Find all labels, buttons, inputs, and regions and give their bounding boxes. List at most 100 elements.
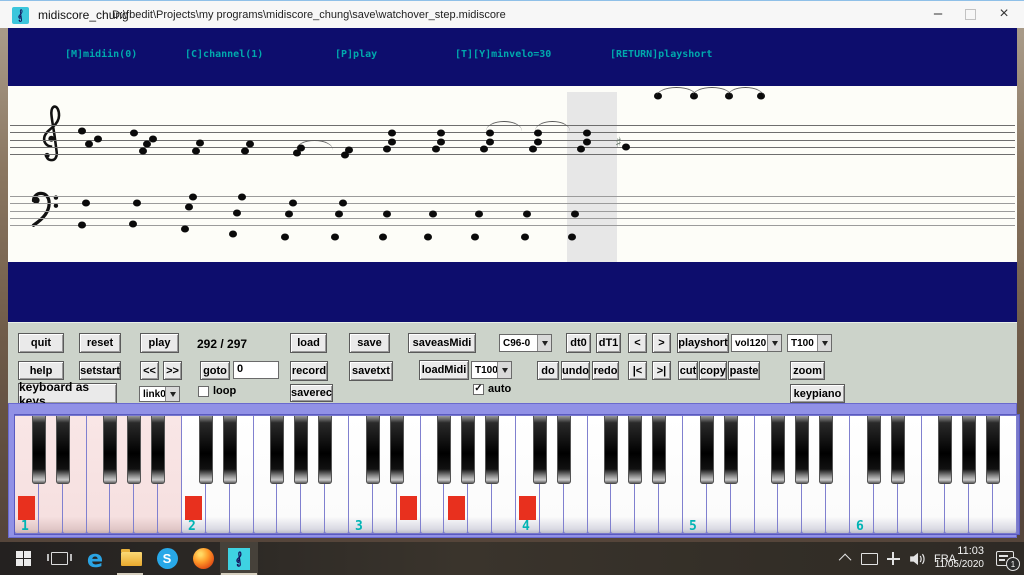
black-key-oct1-5[interactable]	[127, 416, 142, 484]
note[interactable]	[529, 145, 537, 153]
play-button[interactable]: play	[140, 333, 179, 353]
keypiano-button[interactable]: keypiano	[790, 384, 845, 403]
tempo-select-mid[interactable]: T100	[471, 361, 512, 379]
save-as-midi-button[interactable]: saveasMidi	[408, 333, 476, 353]
loop-checkbox[interactable]: loop	[198, 385, 236, 397]
minimize-button[interactable]: –	[922, 1, 954, 28]
black-key-oct2-4[interactable]	[270, 416, 285, 484]
score-area[interactable]: ♯	[8, 86, 1017, 262]
note[interactable]	[583, 129, 591, 137]
black-key-oct3-5[interactable]	[461, 416, 476, 484]
note[interactable]	[94, 135, 102, 143]
note[interactable]	[345, 146, 353, 154]
note[interactable]	[568, 233, 576, 241]
note[interactable]	[229, 230, 237, 238]
note[interactable]	[246, 140, 254, 148]
note[interactable]	[388, 129, 396, 137]
rewind-button[interactable]: <<	[140, 361, 159, 380]
note[interactable]	[480, 145, 488, 153]
note[interactable]	[521, 233, 529, 241]
black-key-oct5-5[interactable]	[795, 416, 810, 484]
keyboard-as-keys-button[interactable]: keyboard as keys	[18, 380, 117, 408]
note[interactable]	[82, 199, 90, 207]
black-key-oct3-6[interactable]	[485, 416, 500, 484]
black-key-oct4-2[interactable]	[556, 416, 571, 484]
black-key-oct6-4[interactable]	[938, 416, 953, 484]
goto-input[interactable]: 0	[233, 361, 279, 379]
black-key-oct6-5[interactable]	[962, 416, 977, 484]
black-key-oct3-1[interactable]	[365, 416, 380, 484]
black-key-oct4-6[interactable]	[652, 416, 667, 484]
tray-device-button[interactable]	[858, 542, 880, 575]
note[interactable]	[424, 233, 432, 241]
note[interactable]	[571, 210, 579, 218]
note[interactable]	[78, 221, 86, 229]
black-key-oct4-1[interactable]	[532, 416, 547, 484]
go-last-button[interactable]: >|	[652, 361, 671, 380]
step-back-button[interactable]: <	[628, 333, 647, 353]
midiscore-taskbar-button[interactable]	[220, 542, 258, 575]
instrument-select-dropdown-button[interactable]	[537, 335, 551, 351]
note[interactable]	[577, 145, 585, 153]
note[interactable]	[139, 147, 147, 155]
tempo-select-top[interactable]: T100	[787, 334, 832, 352]
note[interactable]	[486, 138, 494, 146]
note[interactable]	[185, 203, 193, 211]
note[interactable]	[331, 233, 339, 241]
black-key-oct2-5[interactable]	[294, 416, 309, 484]
note[interactable]	[523, 210, 531, 218]
do-button[interactable]: do	[537, 361, 559, 380]
redo-button[interactable]: redo	[592, 361, 619, 380]
note[interactable]	[622, 143, 630, 151]
tempo-select-top-dropdown-button[interactable]	[817, 335, 831, 351]
note[interactable]	[196, 139, 204, 147]
saverec-button[interactable]: saverec	[290, 384, 333, 402]
link-select[interactable]: link0	[139, 386, 180, 402]
note[interactable]	[471, 233, 479, 241]
black-key-oct4-4[interactable]	[604, 416, 619, 484]
undo-button[interactable]: undo	[561, 361, 590, 380]
note[interactable]	[129, 220, 137, 228]
note[interactable]	[383, 210, 391, 218]
link-select-dropdown-button[interactable]	[165, 387, 179, 401]
black-key-oct1-1[interactable]	[31, 416, 46, 484]
cut-button[interactable]: cut	[678, 361, 698, 380]
note[interactable]	[437, 129, 445, 137]
note[interactable]	[85, 140, 93, 148]
volume-select-dropdown-button[interactable]	[767, 335, 781, 351]
skype-button[interactable]: S	[150, 542, 184, 575]
go-first-button[interactable]: |<	[628, 361, 647, 380]
help-button[interactable]: help	[18, 361, 64, 380]
black-key-oct1-2[interactable]	[55, 416, 70, 484]
file-explorer-button[interactable]	[114, 542, 148, 575]
black-key-oct2-1[interactable]	[198, 416, 213, 484]
black-key-oct3-2[interactable]	[389, 416, 404, 484]
zoom-button[interactable]: zoom	[790, 361, 825, 380]
note[interactable]	[233, 209, 241, 217]
note[interactable]	[429, 210, 437, 218]
loop-checkbox-box[interactable]	[198, 385, 209, 397]
dt0-button[interactable]: dt0	[566, 333, 591, 353]
black-key-oct4-5[interactable]	[628, 416, 643, 484]
note[interactable]	[437, 138, 445, 146]
load-button[interactable]: load	[290, 333, 327, 353]
paste-button[interactable]: paste	[728, 361, 760, 380]
playshort-button[interactable]: playshort	[677, 333, 729, 353]
note[interactable]	[192, 147, 200, 155]
reset-button[interactable]: reset	[79, 333, 121, 353]
setstart-button[interactable]: setstart	[79, 361, 121, 380]
note[interactable]	[241, 147, 249, 155]
instrument-select[interactable]: C96-0	[499, 334, 552, 352]
black-key-oct2-6[interactable]	[318, 416, 333, 484]
note[interactable]	[383, 145, 391, 153]
tray-expand-button[interactable]	[836, 542, 856, 575]
note[interactable]	[475, 210, 483, 218]
note[interactable]	[130, 129, 138, 137]
copy-button[interactable]: copy	[699, 361, 727, 380]
firefox-button[interactable]	[186, 542, 220, 575]
black-key-oct6-6[interactable]	[986, 416, 1001, 484]
note[interactable]	[149, 135, 157, 143]
note[interactable]	[281, 233, 289, 241]
tray-volume-button[interactable]	[906, 542, 930, 575]
black-key-oct3-4[interactable]	[437, 416, 452, 484]
